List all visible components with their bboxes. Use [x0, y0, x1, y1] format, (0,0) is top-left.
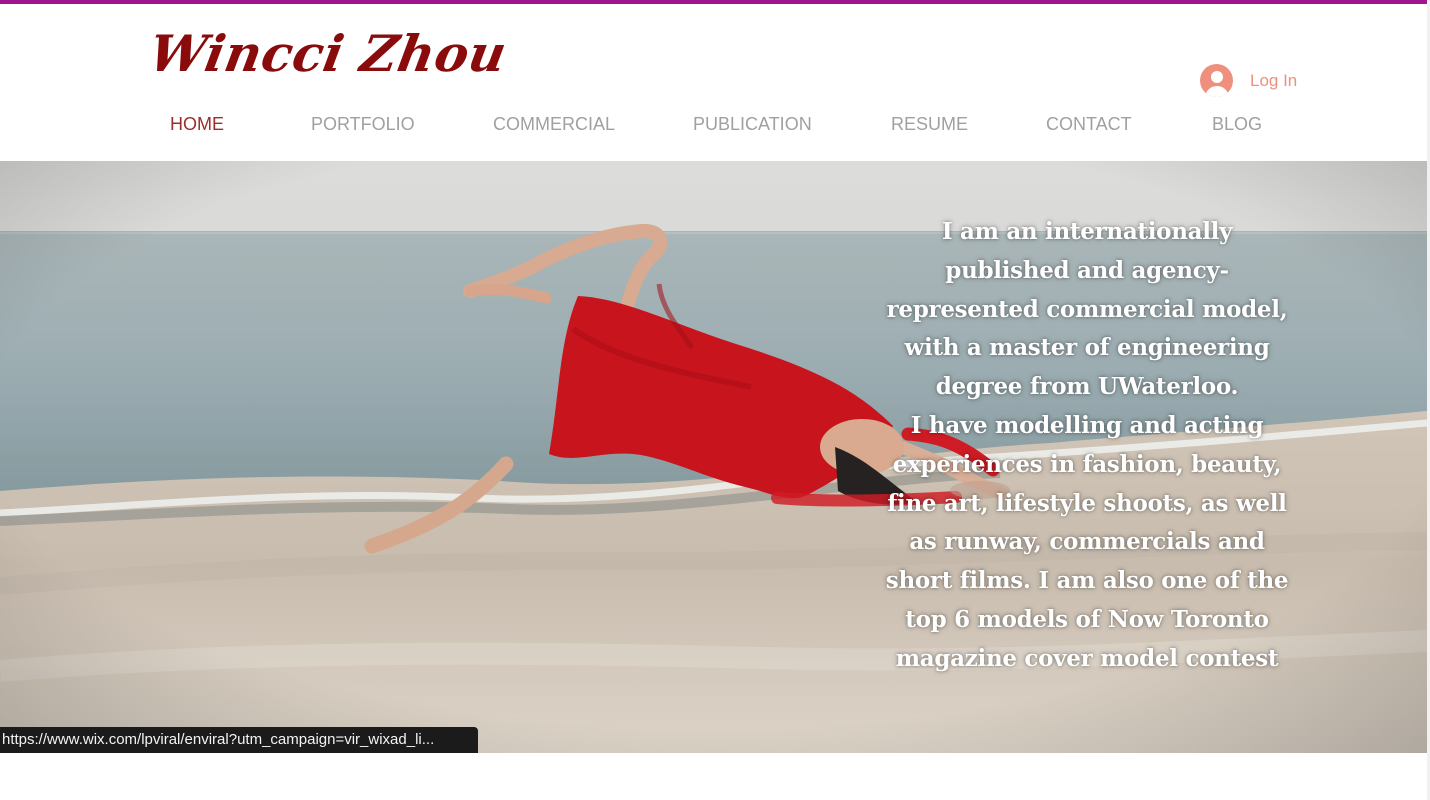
hero-text-line: published and agency- [945, 256, 1229, 284]
nav-contact[interactable]: CONTACT [1046, 112, 1132, 136]
nav-resume[interactable]: RESUME [891, 112, 968, 136]
avatar-head-shape [1210, 71, 1223, 83]
login-label: Log In [1250, 70, 1298, 90]
hero-section: I am an internationally published and ag… [0, 161, 1427, 753]
hero-text-line: magazine cover model contest [895, 644, 1279, 672]
nav-home[interactable]: HOME [170, 112, 224, 136]
hero-text-line: experiences in fashion, beauty, [892, 450, 1282, 478]
hero-intro-text: I am an internationally published and ag… [878, 213, 1296, 679]
hero-text-line: I have modelling and acting [910, 411, 1264, 439]
login-button[interactable]: Log In [1200, 64, 1297, 97]
hero-text-line: degree from UWaterloo. [935, 373, 1239, 401]
hero-text-line: as runway, commercials and [909, 528, 1265, 556]
hero-text-line: with a master of engineering [904, 334, 1270, 362]
hero-text-line: short films. I am also one of the [885, 567, 1289, 595]
browser-status-url: https://www.wix.com/lpviral/enviral?utm_… [0, 727, 478, 753]
site-logo[interactable]: Wincci Zhou [145, 24, 511, 84]
page: Wincci Zhou Log In HOME PORTFOLIO COMMER… [0, 0, 1430, 800]
nav-portfolio[interactable]: PORTFOLIO [311, 112, 415, 136]
site-header: Wincci Zhou Log In HOME PORTFOLIO COMMER… [0, 4, 1427, 161]
nav-publication[interactable]: PUBLICATION [693, 112, 812, 136]
avatar-body-shape [1204, 86, 1229, 97]
main-navigation: HOME PORTFOLIO COMMERCIAL PUBLICATION RE… [0, 112, 1427, 140]
hero-text-line: top 6 models of Now Toronto [905, 605, 1269, 633]
user-avatar-icon [1200, 64, 1233, 97]
hero-text-line: I am an internationally [941, 218, 1233, 245]
nav-commercial[interactable]: COMMERCIAL [493, 112, 615, 136]
hero-text-line: represented commercial model, [886, 295, 1288, 323]
hero-text-line: fine art, lifestyle shoots, as well [887, 489, 1287, 517]
nav-blog[interactable]: BLOG [1212, 112, 1262, 136]
